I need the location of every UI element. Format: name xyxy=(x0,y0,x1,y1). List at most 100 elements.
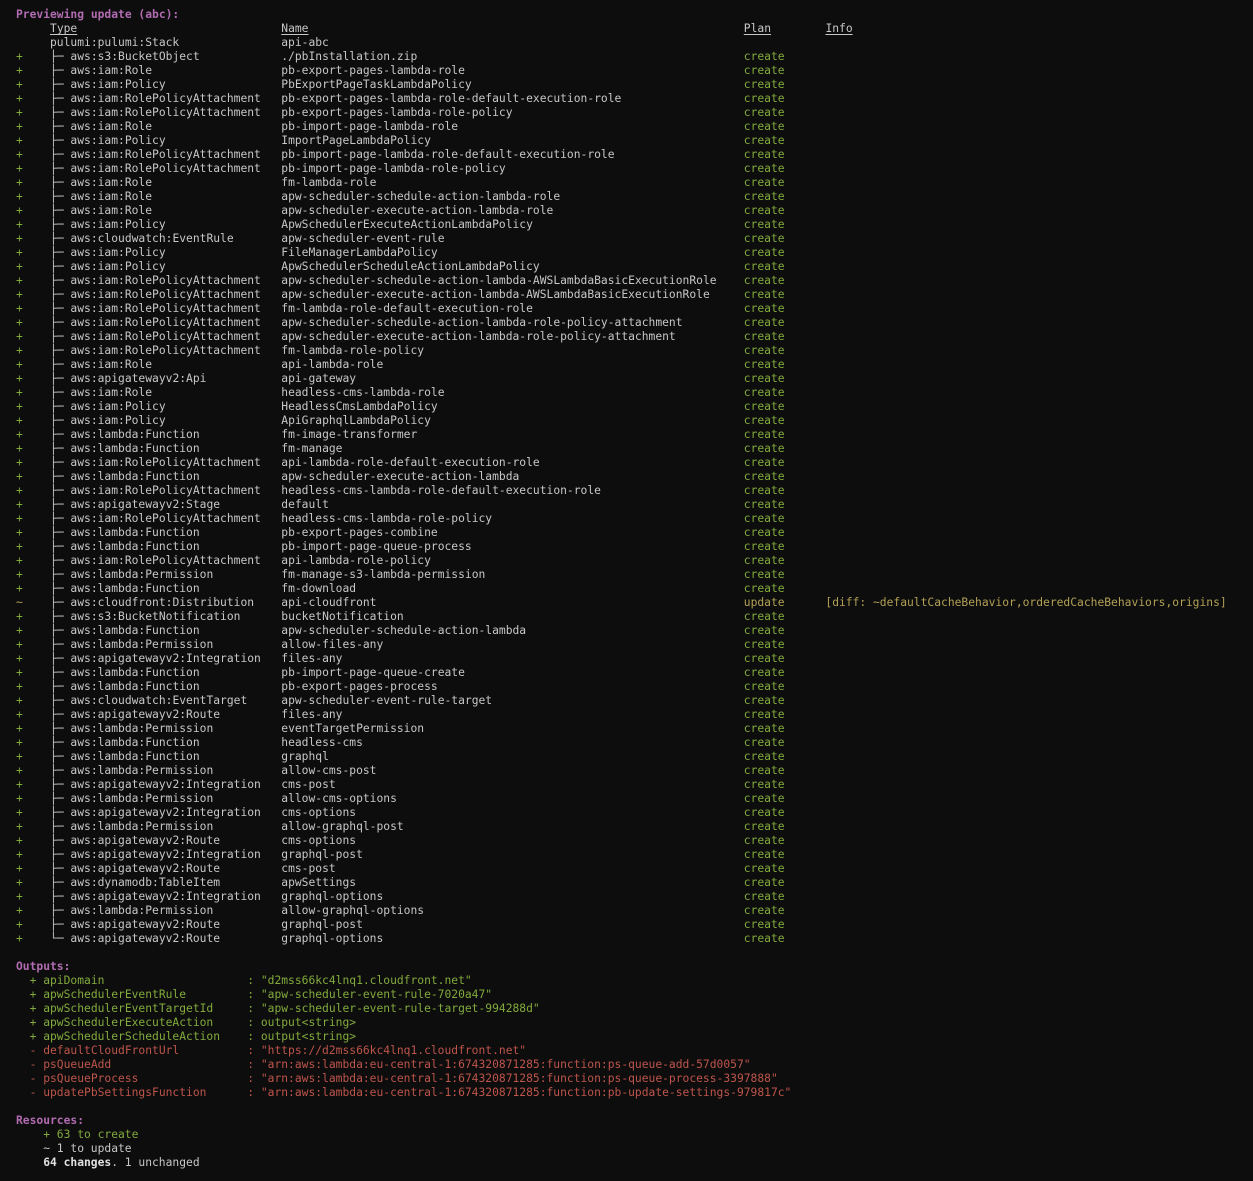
resource-row: + ├─ aws:iam:RolePolicyAttachment apw-sc… xyxy=(16,330,1253,344)
resource-row: + ├─ aws:cloudwatch:EventRule apw-schedu… xyxy=(16,232,1253,246)
row-op-marker: + xyxy=(16,652,23,665)
col-header-info: Info xyxy=(825,22,852,35)
resource-row: + ├─ aws:apigatewayv2:Integration cms-po… xyxy=(16,778,1253,792)
row-plan: create xyxy=(744,134,826,147)
resource-row: + ├─ aws:iam:RolePolicyAttachment apw-sc… xyxy=(16,288,1253,302)
output-entry: + apwSchedulerExecuteAction : output<str… xyxy=(16,1016,356,1029)
row-plan: create xyxy=(744,834,826,847)
resource-row: + ├─ aws:iam:Role pb-import-page-lambda-… xyxy=(16,120,1253,134)
row-op-marker: + xyxy=(16,582,23,595)
resource-row: + ├─ aws:lambda:Function pb-import-page-… xyxy=(16,540,1253,554)
row-diff-info: [diff: ~defaultCacheBehavior,orderedCach… xyxy=(825,596,1226,609)
outputs-list: + apiDomain : "d2mss66kc4lnq1.cloudfront… xyxy=(16,974,1253,1100)
row-type-name: ├─ aws:iam:Role pb-import-page-lambda-ro… xyxy=(23,120,744,133)
row-plan: create xyxy=(744,526,826,539)
row-plan: create xyxy=(744,512,826,525)
resource-row: + ├─ aws:s3:BucketNotification bucketNot… xyxy=(16,610,1253,624)
row-type-name: ├─ aws:iam:Role api-lambda-role xyxy=(23,358,744,371)
resource-row: + ├─ aws:apigatewayv2:Api api-gateway cr… xyxy=(16,372,1253,386)
row-op-marker: + xyxy=(16,820,23,833)
row-op-marker: + xyxy=(16,134,23,147)
resource-row: + ├─ aws:apigatewayv2:Route files-any cr… xyxy=(16,708,1253,722)
resource-row: + ├─ aws:iam:RolePolicyAttachment fm-lam… xyxy=(16,344,1253,358)
row-type-name: ├─ aws:iam:Role fm-lambda-role xyxy=(23,176,744,189)
row-plan: create xyxy=(744,470,826,483)
row-plan: create xyxy=(744,148,826,161)
row-type-name: ├─ aws:apigatewayv2:Api api-gateway xyxy=(23,372,744,385)
resource-row: + ├─ aws:iam:Policy FileManagerLambdaPol… xyxy=(16,246,1253,260)
row-op-marker: + xyxy=(16,512,23,525)
row-op-marker: + xyxy=(16,792,23,805)
row-type-name: ├─ aws:iam:RolePolicyAttachment apw-sche… xyxy=(23,330,744,343)
resource-row: + ├─ aws:iam:RolePolicyAttachment pb-imp… xyxy=(16,148,1253,162)
outputs-header: Outputs: xyxy=(16,960,70,973)
row-plan: create xyxy=(744,400,826,413)
row-op-marker: + xyxy=(16,120,23,133)
row-plan: create xyxy=(744,92,826,105)
row-type-name: ├─ aws:lambda:Permission allow-graphql-o… xyxy=(23,904,744,917)
resource-row: ~ ├─ aws:cloudfront:Distribution api-clo… xyxy=(16,596,1253,610)
row-op-marker: + xyxy=(16,358,23,371)
row-plan: create xyxy=(744,232,826,245)
row-plan: create xyxy=(744,736,826,749)
row-op-marker: + xyxy=(16,484,23,497)
row-op-marker: + xyxy=(16,638,23,651)
resource-row: + ├─ aws:iam:RolePolicyAttachment pb-imp… xyxy=(16,162,1253,176)
row-op-marker: + xyxy=(16,498,23,511)
stack-row: pulumi:pulumi:Stack api-abc xyxy=(16,36,1253,50)
resource-row: + ├─ aws:apigatewayv2:Integration graphq… xyxy=(16,890,1253,904)
resource-row: + ├─ aws:apigatewayv2:Route cms-options … xyxy=(16,834,1253,848)
row-op-marker: + xyxy=(16,442,23,455)
output-row: - psQueueAdd : "arn:aws:lambda:eu-centra… xyxy=(16,1058,1253,1072)
row-op-marker: + xyxy=(16,456,23,469)
row-plan: create xyxy=(744,372,826,385)
output-row: + apwSchedulerEventRule : "apw-scheduler… xyxy=(16,988,1253,1002)
resource-row: + ├─ aws:iam:Policy ImportPageLambdaPoli… xyxy=(16,134,1253,148)
resource-row: + ├─ aws:lambda:Function fm-image-transf… xyxy=(16,428,1253,442)
row-type-name: ├─ aws:lambda:Permission allow-files-any xyxy=(23,638,744,651)
row-type-name: ├─ aws:iam:Policy ApwSchedulerScheduleAc… xyxy=(23,260,744,273)
output-row: - defaultCloudFrontUrl : "https://d2mss6… xyxy=(16,1044,1253,1058)
resource-row: + ├─ aws:iam:Policy ApiGraphqlLambdaPoli… xyxy=(16,414,1253,428)
row-op-marker: + xyxy=(16,764,23,777)
output-row: + apwSchedulerExecuteAction : output<str… xyxy=(16,1016,1253,1030)
resource-row: + ├─ aws:iam:RolePolicyAttachment headle… xyxy=(16,512,1253,526)
resource-row: + ├─ aws:iam:RolePolicyAttachment apw-sc… xyxy=(16,316,1253,330)
row-op-marker: + xyxy=(16,288,23,301)
terminal: Previewing update (abc): Type Name Plan … xyxy=(16,8,1253,1170)
resource-row: + ├─ aws:iam:RolePolicyAttachment pb-exp… xyxy=(16,92,1253,106)
resource-row: + ├─ aws:lambda:Function apw-scheduler-s… xyxy=(16,624,1253,638)
row-type-name: ├─ aws:apigatewayv2:Stage default xyxy=(23,498,744,511)
row-op-marker: + xyxy=(16,400,23,413)
row-op-marker: + xyxy=(16,176,23,189)
blank-line xyxy=(16,1100,1253,1114)
row-type-name: ├─ aws:lambda:Permission allow-cms-optio… xyxy=(23,792,744,805)
resource-row: + ├─ aws:lambda:Function fm-manage creat… xyxy=(16,442,1253,456)
resources-update-summary: ~ 1 to update xyxy=(43,1142,131,1155)
resource-row: + ├─ aws:apigatewayv2:Integration cms-op… xyxy=(16,806,1253,820)
row-type-name: └─ aws:apigatewayv2:Route graphql-option… xyxy=(23,932,744,945)
row-op-marker: + xyxy=(16,344,23,357)
row-type-name: ├─ aws:lambda:Permission allow-cms-post xyxy=(23,764,744,777)
resources-create-summary: + 63 to create xyxy=(43,1128,138,1141)
gap xyxy=(309,22,744,35)
row-type-name: ├─ aws:iam:Policy HeadlessCmsLambdaPolic… xyxy=(23,400,744,413)
row-type-name: ├─ aws:lambda:Function pb-import-page-qu… xyxy=(23,540,744,553)
row-op-marker: + xyxy=(16,736,23,749)
resource-row: + ├─ aws:lambda:Permission allow-cms-pos… xyxy=(16,764,1253,778)
resources-changes-line: 64 changes. 1 unchanged xyxy=(16,1156,1253,1170)
row-plan: create xyxy=(744,862,826,875)
row-op-marker: + xyxy=(16,666,23,679)
row-type-name: ├─ aws:apigatewayv2:Integration graphql-… xyxy=(23,848,744,861)
row-plan: create xyxy=(744,876,826,889)
row-op-marker: + xyxy=(16,526,23,539)
row-type-name: ├─ aws:apigatewayv2:Route cms-options xyxy=(23,834,744,847)
row-op-marker: + xyxy=(16,680,23,693)
row-type-name: ├─ aws:iam:Policy ApiGraphqlLambdaPolicy xyxy=(23,414,744,427)
row-plan: create xyxy=(744,680,826,693)
row-plan: create xyxy=(744,722,826,735)
row-op-marker: + xyxy=(16,386,23,399)
resource-preview-table: Type Name Plan Info pulumi:pulumi:Stack … xyxy=(16,22,1253,946)
row-op-marker: + xyxy=(16,848,23,861)
row-plan: create xyxy=(744,358,826,371)
